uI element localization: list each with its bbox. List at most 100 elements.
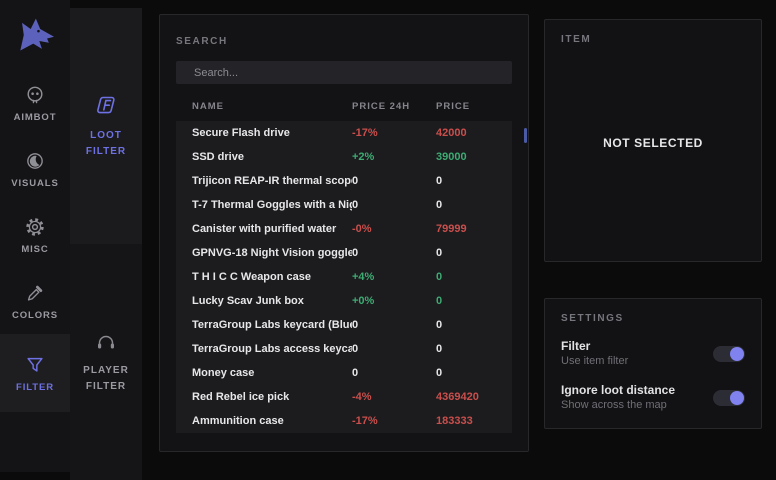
subnav-label-line1: LOOT xyxy=(90,130,122,141)
item-name: SSD drive xyxy=(176,151,352,163)
table-row[interactable]: Canister with purified water -0% 79999 xyxy=(176,217,512,241)
setting-text: Ignore loot distance Show across the map xyxy=(561,383,675,412)
item-price-24h: 0 xyxy=(352,175,436,187)
sidebar-item-filter[interactable]: FILTER xyxy=(0,334,70,412)
subnav-item-label: LOOT FILTER xyxy=(86,128,126,159)
item-price-24h: -17% xyxy=(352,415,436,427)
item-price-24h: +4% xyxy=(352,271,436,283)
table-row[interactable]: Red Rebel ice pick -4% 4369420 xyxy=(176,385,512,409)
item-price-24h: 0 xyxy=(352,319,436,331)
item-price-24h: -4% xyxy=(352,391,436,403)
search-panel: SEARCH NAME PRICE 24H PRICE Secure Flash… xyxy=(159,14,529,452)
sidebar-item-label: VISUALS xyxy=(11,178,58,189)
setting-subtitle: Show across the map xyxy=(561,398,675,412)
setting-title: Ignore loot distance xyxy=(561,383,675,398)
item-name: Trijicon REAP-IR thermal scope xyxy=(176,175,352,187)
item-price-24h: 0 xyxy=(352,343,436,355)
item-price: 0 xyxy=(436,175,512,187)
item-name: TerraGroup Labs access keycard xyxy=(176,343,352,355)
table-header: NAME PRICE 24H PRICE xyxy=(176,101,512,112)
table-row[interactable]: Trijicon REAP-IR thermal scope 0 0 xyxy=(176,169,512,193)
sidebar-item-colors[interactable]: COLORS xyxy=(0,268,70,334)
setting-title: Filter xyxy=(561,339,628,354)
skull-icon xyxy=(24,84,46,106)
subnav-item-label: PLAYER FILTER xyxy=(83,363,129,394)
subnav-item-player-filter[interactable]: PLAYER FILTER xyxy=(70,244,142,480)
item-name: TerraGroup Labs keycard (Blue) xyxy=(176,319,352,331)
item-price-24h: 0 xyxy=(352,247,436,259)
contrast-moon-icon xyxy=(24,150,46,172)
table-row[interactable]: TerraGroup Labs access keycard 0 0 xyxy=(176,337,512,361)
item-name: T-7 Thermal Goggles with a Night xyxy=(176,199,352,211)
wolf-logo-icon xyxy=(12,16,58,54)
item-price-24h: 0 xyxy=(352,199,436,211)
toggle-knob xyxy=(730,347,744,361)
funnel-icon xyxy=(24,354,46,376)
ignore-loot-distance-toggle[interactable] xyxy=(713,390,745,406)
item-price: 79999 xyxy=(436,223,512,235)
item-price-24h: +0% xyxy=(352,295,436,307)
item-table: Secure Flash drive -17% 42000 SSD drive … xyxy=(176,121,512,433)
subnav-label-line2: FILTER xyxy=(86,146,126,157)
sidebar-item-aimbot[interactable]: AIMBOT xyxy=(0,70,70,136)
item-name: Canister with purified water xyxy=(176,223,352,235)
item-price: 0 xyxy=(436,199,512,211)
filter-toggle[interactable] xyxy=(713,346,745,362)
item-panel-header: ITEM xyxy=(561,34,745,45)
item-name: Secure Flash drive xyxy=(176,127,352,139)
item-name: Money case xyxy=(176,367,352,379)
table-row[interactable]: GPNVG-18 Night Vision goggles 0 0 xyxy=(176,241,512,265)
settings-panel-header: SETTINGS xyxy=(561,313,745,324)
table-row[interactable]: Secure Flash drive -17% 42000 xyxy=(176,121,512,145)
item-panel: ITEM NOT SELECTED xyxy=(544,19,762,262)
toggle-knob xyxy=(730,391,744,405)
table-row[interactable]: Ammunition case -17% 183333 xyxy=(176,409,512,433)
sidebar-item-visuals[interactable]: VISUALS xyxy=(0,136,70,202)
item-empty-state: NOT SELECTED xyxy=(545,136,761,150)
sidebar: AIMBOT VISUALS MISC xyxy=(0,0,70,472)
item-price: 0 xyxy=(436,295,512,307)
item-price-24h: -0% xyxy=(352,223,436,235)
table-row[interactable]: T H I C C Weapon case +4% 0 xyxy=(176,265,512,289)
setting-filter: Filter Use item filter xyxy=(561,339,745,368)
column-header-price: PRICE xyxy=(436,101,512,112)
table-row[interactable]: T-7 Thermal Goggles with a Night 0 0 xyxy=(176,193,512,217)
sidebar-item-label: AIMBOT xyxy=(14,112,57,123)
headphones-icon xyxy=(94,330,118,354)
sidebar-item-label: MISC xyxy=(21,244,48,255)
setting-text: Filter Use item filter xyxy=(561,339,628,368)
eyedropper-icon xyxy=(24,282,46,304)
setting-ignore-loot-distance: Ignore loot distance Show across the map xyxy=(561,383,745,412)
item-price-24h: +2% xyxy=(352,151,436,163)
setting-subtitle: Use item filter xyxy=(561,354,628,368)
logo xyxy=(0,0,70,70)
subnav-item-loot-filter[interactable]: LOOT FILTER xyxy=(70,8,142,244)
sidebar-item-misc[interactable]: MISC xyxy=(0,202,70,268)
table-row[interactable]: TerraGroup Labs keycard (Blue) 0 0 xyxy=(176,313,512,337)
table-row[interactable]: Lucky Scav Junk box +0% 0 xyxy=(176,289,512,313)
app-window: AIMBOT VISUALS MISC xyxy=(0,0,776,480)
item-price: 183333 xyxy=(436,415,512,427)
subnav-label-line1: PLAYER xyxy=(83,365,129,376)
table-row[interactable]: Money case 0 0 xyxy=(176,361,512,385)
item-price: 42000 xyxy=(436,127,512,139)
subnav-label-line2: FILTER xyxy=(86,381,126,392)
gear-icon xyxy=(24,216,46,238)
sidebar-item-label: COLORS xyxy=(12,310,58,321)
item-price: 0 xyxy=(436,343,512,355)
table-scrollbar-thumb[interactable] xyxy=(524,128,527,143)
item-name: T H I C C Weapon case xyxy=(176,271,352,283)
table-row[interactable]: SSD drive +2% 39000 xyxy=(176,145,512,169)
item-price: 0 xyxy=(436,247,512,259)
search-input[interactable] xyxy=(176,61,512,84)
item-price: 0 xyxy=(436,367,512,379)
settings-panel: SETTINGS Filter Use item filter Ignore l… xyxy=(544,298,762,429)
item-price: 0 xyxy=(436,271,512,283)
item-price: 39000 xyxy=(436,151,512,163)
item-price-24h: 0 xyxy=(352,367,436,379)
item-name: GPNVG-18 Night Vision goggles xyxy=(176,247,352,259)
column-header-price-24h: PRICE 24H xyxy=(352,101,436,112)
search-panel-header: SEARCH xyxy=(176,36,512,47)
item-name: Ammunition case xyxy=(176,415,352,427)
item-price-24h: -17% xyxy=(352,127,436,139)
